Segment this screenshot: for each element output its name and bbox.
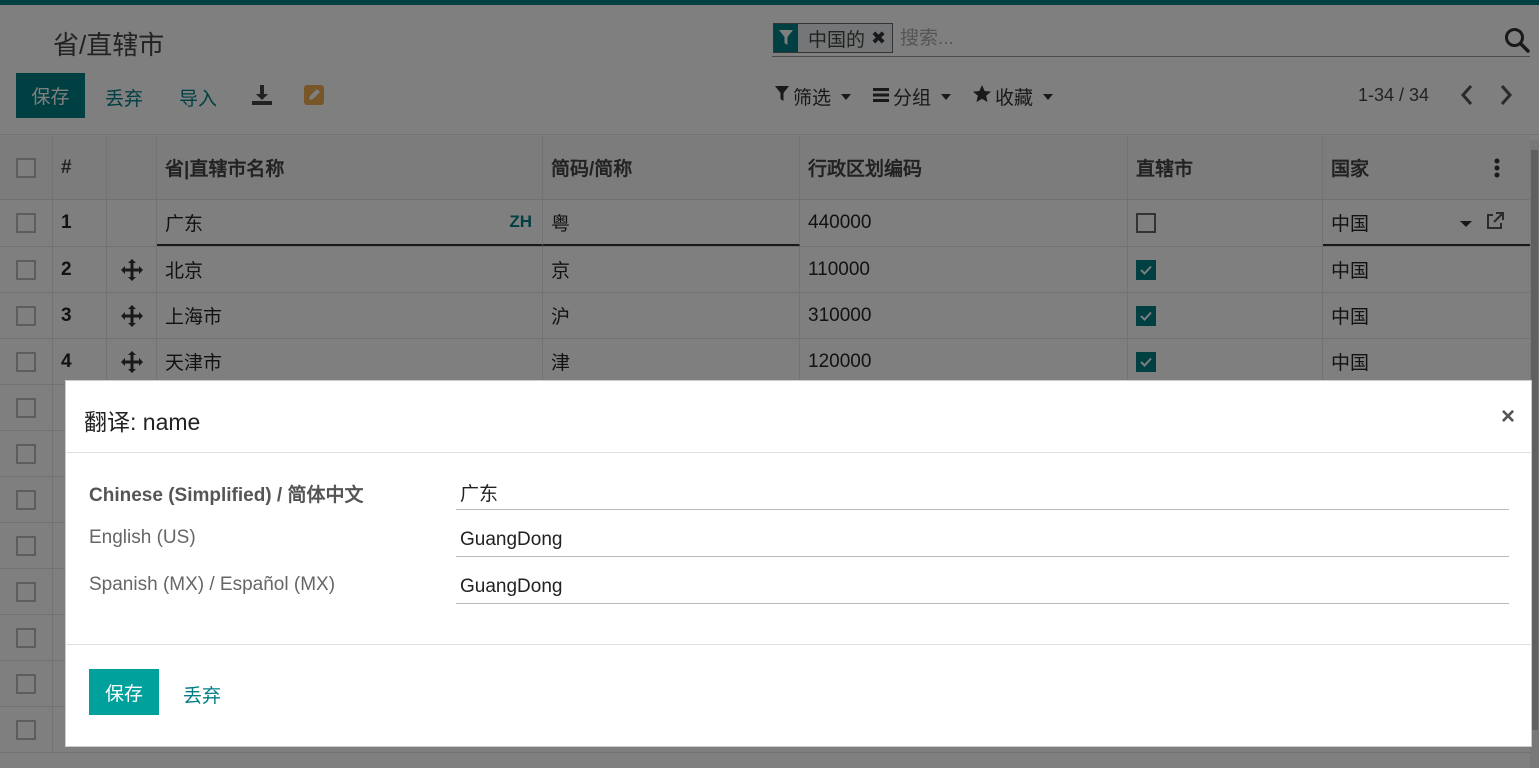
dialog-title: 翻译: name — [84, 409, 201, 435]
dialog-save-button[interactable]: 保存 — [89, 669, 159, 715]
dialog-body: Chinese (Simplified) / 简体中文 English (US)… — [66, 454, 1531, 644]
translation-input-en[interactable] — [456, 523, 1509, 557]
translation-row: Chinese (Simplified) / 简体中文 — [66, 472, 1531, 519]
translation-dialog: 翻译: name × Chinese (Simplified) / 简体中文 E… — [65, 380, 1532, 747]
translation-language-label: Spanish (MX) / Español (MX) — [89, 574, 336, 595]
translation-row: English (US) — [66, 519, 1531, 566]
translation-row: Spanish (MX) / Español (MX) — [66, 566, 1531, 613]
translation-input-es[interactable] — [456, 570, 1509, 604]
dialog-header: 翻译: name × — [66, 381, 1531, 453]
close-icon[interactable]: × — [1501, 403, 1515, 431]
translation-input-zh[interactable] — [456, 476, 1509, 510]
translation-language-label: English (US) — [89, 527, 196, 548]
dialog-discard-button[interactable]: 丢弃 — [183, 681, 221, 708]
translation-language-label: Chinese (Simplified) / 简体中文 — [89, 485, 364, 506]
dialog-footer: 保存 丢弃 — [66, 644, 1531, 748]
